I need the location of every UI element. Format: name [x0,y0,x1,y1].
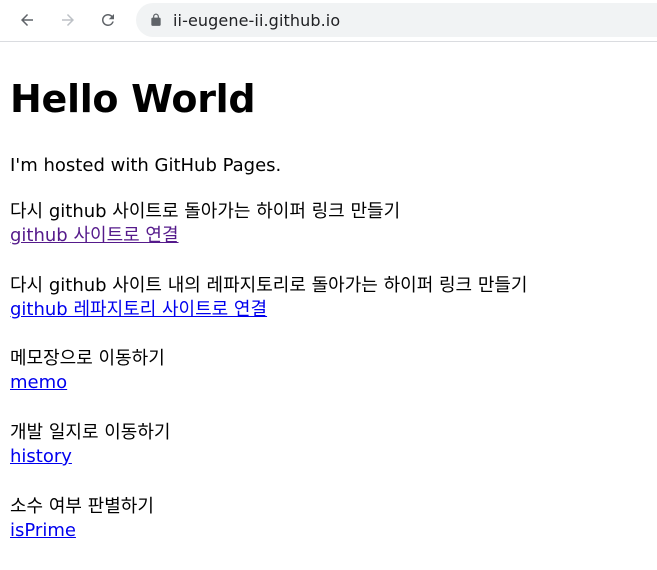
reload-icon [102,13,114,26]
back-button[interactable] [12,5,42,35]
lock-icon [149,13,163,27]
forward-arrow-icon [62,14,74,26]
github-repo-link[interactable]: github 레파지토리 사이트로 연결 [10,298,267,322]
section-description: 다시 github 사이트로 돌아가는 하이퍼 링크 만들기 [10,201,401,222]
intro-text: I'm hosted with GitHub Pages. [10,155,282,176]
forward-button[interactable] [53,5,83,35]
url-text[interactable]: ii-eugene-ii.github.io [173,11,340,30]
section-description: 소수 여부 판별하기 [10,496,154,517]
section-history: 개발 일지로 이동하기 history [10,421,170,469]
memo-link[interactable]: memo [10,371,67,395]
section-memo: 메모장으로 이동하기 memo [10,347,165,395]
isprime-link[interactable]: isPrime [10,519,76,543]
reload-button[interactable] [93,5,123,35]
section-description: 메모장으로 이동하기 [10,348,165,369]
history-link[interactable]: history [10,445,72,469]
browser-toolbar: ii-eugene-ii.github.io [0,0,657,42]
section-description: 개발 일지로 이동하기 [10,422,171,443]
section-github-repo: 다시 github 사이트 내의 레파지토리로 돌아가는 하이퍼 링크 만들기 … [10,274,528,322]
address-bar[interactable]: ii-eugene-ii.github.io [136,3,657,37]
back-arrow-icon [21,14,33,26]
section-description: 다시 github 사이트 내의 레파지토리로 돌아가는 하이퍼 링크 만들기 [10,275,528,296]
section-github-site: 다시 github 사이트로 돌아가는 하이퍼 링크 만들기 github 사이… [10,200,400,248]
github-site-link[interactable]: github 사이트로 연결 [10,224,179,248]
section-isprime: 소수 여부 판별하기 isPrime [10,495,154,543]
page-title: Hello World [10,77,256,121]
